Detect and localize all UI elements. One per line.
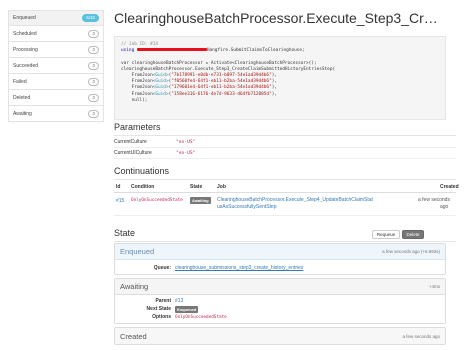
col-condition: Condition <box>131 184 155 190</box>
parameter-row: CurrentCulture "en-US" <box>114 137 456 148</box>
count-badge: 0 <box>88 45 99 54</box>
state-badge: Awaiting <box>190 197 211 204</box>
state-panel-timestamp: a few seconds ago <box>402 333 440 339</box>
state-panel-title: Enqueued <box>120 247 155 256</box>
state-heading: State <box>114 228 136 238</box>
count-badge: 0 <box>88 77 99 86</box>
parent-key: Parent <box>155 298 171 304</box>
table-row: #15 OnlyOnSucceededState Awaiting Cleari… <box>114 194 456 216</box>
sidebar-item-label: Enqueued <box>13 15 36 21</box>
sidebar-item-scheduled[interactable]: Scheduled 0 <box>8 26 104 42</box>
sidebar-item-label: Scheduled <box>13 30 37 37</box>
continuations-table-header: Id Condition State Job Created <box>114 183 459 193</box>
parameters-heading: Parameters <box>114 122 161 132</box>
state-panel-header: Created a few seconds ago <box>115 328 445 344</box>
col-created: Created <box>440 184 459 190</box>
sidebar-item-processing[interactable]: Processing 0 <box>8 42 104 58</box>
divider <box>114 179 456 180</box>
redacted-namespace <box>136 48 207 52</box>
state-panel-awaiting: Awaiting +4ms Parent #13 Next State Enqu… <box>114 278 446 324</box>
next-state-key: Next State <box>146 306 171 312</box>
sidebar-item-awaiting[interactable]: Awaiting 0 <box>8 106 104 122</box>
state-panel-created: Created a few seconds ago <box>114 327 446 345</box>
continuation-created: a few seconds <box>418 197 450 203</box>
code-using-suffix: Hangfire.SubmitClaimsToClearinghouse; <box>206 48 305 54</box>
sidebar-item-label: Awaiting <box>13 110 32 117</box>
sidebar-item-label: Processing <box>13 46 38 53</box>
col-job: Job <box>217 184 226 190</box>
count-badge: 0 <box>88 109 99 118</box>
state-panel-timestamp: +4ms <box>428 284 440 289</box>
count-badge: 0 <box>88 29 99 38</box>
state-panel-header: Awaiting +4ms <box>115 279 445 295</box>
col-id: Id <box>116 184 121 190</box>
count-badge: 0 <box>88 61 99 70</box>
continuation-job-link[interactable]: ClearinghouseBatchProcessor.Execute_Step… <box>217 197 373 203</box>
count-badge: 0 <box>88 93 99 102</box>
continuations-heading: Continuations <box>114 166 170 176</box>
code-null-line: null); <box>131 97 148 103</box>
next-state-badge: Enqueued <box>175 305 199 313</box>
continuation-job-link-wrap[interactable]: usAsSuccessfullySentStep <box>217 204 276 210</box>
divider <box>114 135 456 136</box>
queue-link[interactable]: clearinghouse_submissions_step3_create_h… <box>175 265 303 271</box>
continuation-id-link[interactable]: #15 <box>116 198 124 204</box>
state-panel-title: Created <box>120 331 147 341</box>
parameter-value: "en-US" <box>176 139 196 145</box>
job-code-block: // Job ID: #14 using Hangfire.SubmitClai… <box>114 36 446 120</box>
state-panel-timestamp: a few seconds ago (+6.693s) <box>382 249 440 254</box>
parameter-key: CurrentUICulture <box>114 150 152 156</box>
col-state: State <box>190 184 203 190</box>
state-panel-title: Awaiting <box>120 282 149 291</box>
sidebar-item-label: Succeeded <box>13 62 39 69</box>
options-value: OnlyOnSucceededState <box>175 314 227 320</box>
requeue-button[interactable]: Requeue <box>372 230 400 239</box>
sidebar-item-succeeded[interactable]: Succeeded 0 <box>8 58 104 74</box>
options-key: Options <box>152 314 171 320</box>
sidebar-item-enqueued[interactable]: Enqueued 5/10 <box>8 10 104 26</box>
parent-link[interactable]: #13 <box>175 298 183 304</box>
state-panel-body: Parent #13 Next State Enqueued Options O… <box>115 295 445 325</box>
sidebar-item-deleted[interactable]: Deleted 0 <box>8 90 104 106</box>
sidebar-nav: Enqueued 5/10 Scheduled 0 Processing 0 S… <box>8 10 104 122</box>
state-panel-enqueued: Enqueued a few seconds ago (+6.693s) Que… <box>114 243 446 275</box>
sidebar-item-failed[interactable]: Failed 0 <box>8 74 104 90</box>
sidebar-item-label: Deleted <box>13 94 31 101</box>
continuation-condition: OnlyOnSucceededState <box>131 198 183 203</box>
sidebar-item-label: Failed <box>13 78 27 85</box>
state-panel-header: Enqueued a few seconds ago (+6.693s) <box>115 244 445 260</box>
continuation-created-ago: ago <box>440 204 449 210</box>
delete-button[interactable]: Delete <box>402 230 424 239</box>
state-panel-body: Queue: clearinghouse_submissions_step3_c… <box>115 260 445 276</box>
queue-key: Queue: <box>153 265 171 271</box>
page-title: ClearinghouseBatchProcessor.Execute_Step… <box>114 10 438 26</box>
divider <box>114 241 456 242</box>
parameter-key: CurrentCulture <box>114 139 147 145</box>
parameter-row: CurrentUICulture "en-US" <box>114 148 456 159</box>
count-badge: 5/10 <box>82 14 99 22</box>
parameter-value: "en-US" <box>176 150 196 156</box>
